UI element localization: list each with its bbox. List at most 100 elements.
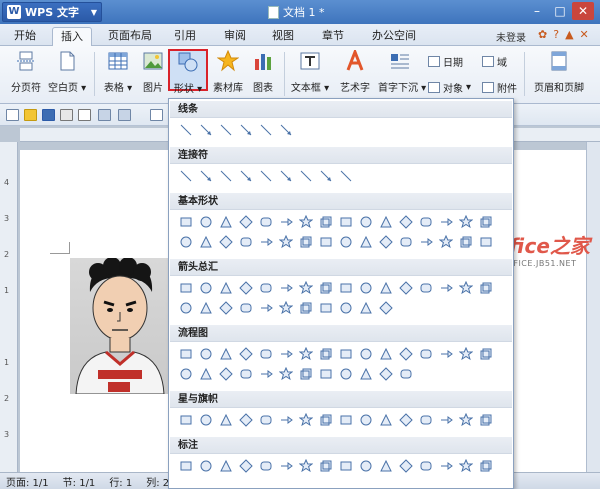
shape-bent-up-arrow-icon[interactable] <box>397 279 414 296</box>
shape-rounded-rectangle-icon[interactable] <box>257 213 274 230</box>
shape-accent-callout1-icon[interactable] <box>337 457 354 474</box>
shape-diamond-icon[interactable] <box>237 213 254 230</box>
shape-wave-icon[interactable] <box>457 411 474 428</box>
shape-border-callout4-icon[interactable] <box>477 457 494 474</box>
shape-left-up-arrow-icon[interactable] <box>377 279 394 296</box>
shape-double-arrow-connector-icon[interactable] <box>217 167 234 184</box>
shape-sun-icon[interactable] <box>297 233 314 250</box>
shape-curved-double-arrow-icon[interactable] <box>337 167 354 184</box>
shape-left-arrow-icon[interactable] <box>197 279 214 296</box>
object-button[interactable]: 对象 ▾ <box>428 80 471 95</box>
shape-elbow-double-arrow-icon[interactable] <box>277 167 294 184</box>
shape-or-icon[interactable] <box>197 365 214 382</box>
shape-octagon-icon[interactable] <box>277 213 294 230</box>
shape-up-down-arrow-icon[interactable] <box>277 279 294 296</box>
tab-page-layout[interactable]: 页面布局 <box>104 27 156 46</box>
shape-line-callout3-icon[interactable] <box>297 457 314 474</box>
minimize-button[interactable]: – <box>526 2 548 20</box>
shape-display-icon[interactable] <box>397 365 414 382</box>
textbox-button[interactable]: 文本框 ▾ <box>288 50 332 94</box>
login-status[interactable]: 未登录 <box>496 29 526 44</box>
shape-star32-icon[interactable] <box>317 411 334 428</box>
tab-references[interactable]: 引用 <box>168 27 202 46</box>
shape-connector-icon[interactable] <box>417 345 434 362</box>
shape-horizontal-scroll-icon[interactable] <box>437 411 454 428</box>
shape-quad-arrow-callout-icon[interactable] <box>357 299 374 316</box>
shape-rect-callout-icon[interactable] <box>177 457 194 474</box>
shape-double-bracket-icon[interactable] <box>357 233 374 250</box>
app-menu-button[interactable]: W WPS 文字 ▼ <box>2 2 102 22</box>
shape-block-arc-icon[interactable] <box>237 233 254 250</box>
shape-up-arrow-icon[interactable] <box>217 279 234 296</box>
shape-merge-icon[interactable] <box>277 365 294 382</box>
shape-moon-icon[interactable] <box>317 233 334 250</box>
shape-chevron-icon[interactable] <box>237 299 254 316</box>
shape-no-symbol-icon[interactable] <box>217 233 234 250</box>
shape-manual-operation-icon[interactable] <box>397 345 414 362</box>
shape-multidocument-icon[interactable] <box>317 345 334 362</box>
shape-double-arrow-icon[interactable] <box>217 121 234 138</box>
shape-freeform-icon[interactable] <box>257 121 274 138</box>
shape-curved-down-ribbon-icon[interactable] <box>397 411 414 428</box>
shape-smiley-icon[interactable] <box>177 233 194 250</box>
shape-left-arrow-callout-icon[interactable] <box>297 299 314 316</box>
attachment-button[interactable]: 附件 <box>482 80 517 95</box>
shape-offpage-connector-icon[interactable] <box>437 345 454 362</box>
shape-triangle-icon[interactable] <box>297 213 314 230</box>
shape-line-icon[interactable] <box>177 121 194 138</box>
skin-icon[interactable]: ✿ <box>538 28 547 41</box>
shape-star4-icon[interactable] <box>217 411 234 428</box>
open-folder-icon[interactable] <box>24 109 37 121</box>
shape-pentagon-arrow-icon[interactable] <box>217 299 234 316</box>
shape-arc-icon[interactable] <box>337 233 354 250</box>
shape-sort-icon[interactable] <box>237 365 254 382</box>
shape-explosion1-icon[interactable] <box>177 411 194 428</box>
print-preview-icon[interactable] <box>78 109 91 121</box>
shape-trapezoid-icon[interactable] <box>217 213 234 230</box>
shape-elbow-arrow-connector-icon[interactable] <box>257 167 274 184</box>
shape-rounded-callout-icon[interactable] <box>197 457 214 474</box>
shape-vertical-scroll-icon[interactable] <box>417 411 434 428</box>
shape-plaque-icon[interactable] <box>397 233 414 250</box>
date-button[interactable]: 日期 <box>428 54 463 69</box>
shape-bevel-icon[interactable] <box>457 213 474 230</box>
shape-terminator-icon[interactable] <box>337 345 354 362</box>
shape-decision-icon[interactable] <box>217 345 234 362</box>
ribbon-close-icon[interactable]: ✕ <box>580 28 589 41</box>
header-footer-button[interactable]: 页眉和页脚 <box>530 50 588 94</box>
shape-elbow-connector-icon[interactable] <box>237 167 254 184</box>
shape-line-callout2-icon[interactable] <box>277 457 294 474</box>
shape-oval-callout-icon[interactable] <box>217 457 234 474</box>
shape-arrow-icon[interactable] <box>197 121 214 138</box>
tab-chapter[interactable]: 章节 <box>316 27 350 46</box>
shape-alternate-process-icon[interactable] <box>197 345 214 362</box>
shape-right-bracket-icon[interactable] <box>437 233 454 250</box>
shape-border-callout3-icon[interactable] <box>457 457 474 474</box>
shape-left-right-arrow-callout-icon[interactable] <box>337 299 354 316</box>
tab-view[interactable]: 视图 <box>266 27 300 46</box>
shape-delay-icon[interactable] <box>317 365 334 382</box>
shape-double-brace-icon[interactable] <box>377 233 394 250</box>
shape-star16-icon[interactable] <box>277 411 294 428</box>
shape-down-arrow-callout-icon[interactable] <box>277 299 294 316</box>
tab-home[interactable]: 开始 <box>8 27 42 46</box>
shape-star8-icon[interactable] <box>257 411 274 428</box>
vertical-scrollbar[interactable] <box>586 142 600 472</box>
maximize-button[interactable]: □ <box>549 2 571 20</box>
shape-sequential-access-icon[interactable] <box>337 365 354 382</box>
shape-star5-icon[interactable] <box>237 411 254 428</box>
cartoon-portrait-image[interactable] <box>70 258 170 394</box>
field-button[interactable]: 域 <box>482 54 507 69</box>
shape-right-triangle-icon[interactable] <box>317 213 334 230</box>
tab-office-space[interactable]: 办公空间 <box>366 27 422 46</box>
undo-icon[interactable] <box>98 109 111 121</box>
shape-bent-arrow-icon[interactable] <box>337 279 354 296</box>
shape-data-icon[interactable] <box>237 345 254 362</box>
shape-collate-icon[interactable] <box>217 365 234 382</box>
shapes-button[interactable]: 形状 ▾ <box>168 49 208 95</box>
shape-folded-corner-icon[interactable] <box>477 213 494 230</box>
shape-lightning-icon[interactable] <box>277 233 294 250</box>
shape-magnetic-disk-icon[interactable] <box>357 365 374 382</box>
shape-punched-tape-icon[interactable] <box>477 345 494 362</box>
shape-up-arrow-callout-icon[interactable] <box>317 299 334 316</box>
